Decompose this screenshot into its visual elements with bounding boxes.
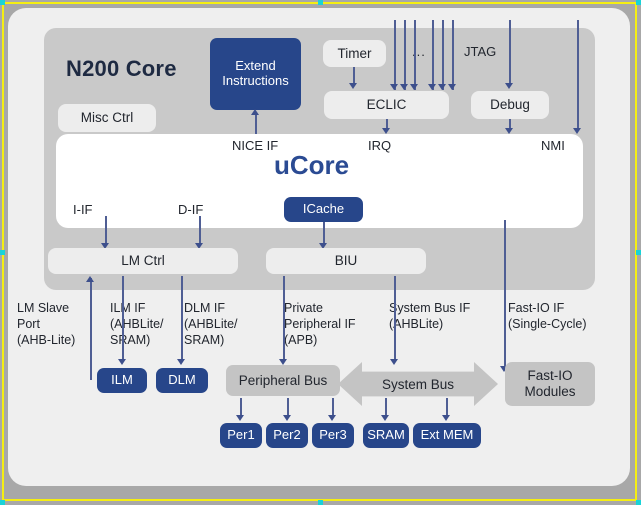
i-if-line (105, 216, 107, 246)
per3-arrow (328, 415, 336, 421)
block-extend-instructions[interactable]: Extend Instructions (210, 38, 301, 110)
block-dlm[interactable]: DLM (156, 368, 208, 393)
block-lm-ctrl[interactable]: LM Ctrl (48, 248, 238, 274)
block-sram[interactable]: SRAM (363, 423, 409, 448)
core-title: N200 Core (66, 56, 177, 81)
irq-arrow-5 (438, 84, 446, 90)
lm-slave-port-line (90, 278, 92, 380)
sram-arrow (381, 415, 389, 421)
ext-mem-arrow (442, 415, 450, 421)
d-if-line (199, 216, 201, 246)
resize-handle-se[interactable] (636, 500, 641, 505)
resize-handle-s[interactable] (318, 500, 323, 505)
irq-arrow-4 (428, 84, 436, 90)
irq-arrow-3 (410, 84, 418, 90)
label-fast-io-if: Fast-IO IF (Single-Cycle) (508, 301, 587, 331)
label-dlm-if: DLM IF (AHBLite/ SRAM) (184, 301, 238, 347)
label-private-peripheral-if: Private Peripheral IF (APB) (284, 301, 356, 347)
timer-to-eclic-line (353, 67, 355, 84)
nmi-line (577, 20, 579, 130)
block-icache[interactable]: ICache (284, 197, 363, 222)
resize-handle-nw[interactable] (0, 0, 5, 5)
lm-slave-port-arrow (86, 276, 94, 282)
label-system-bus-if: System Bus IF (AHBLite) (389, 301, 471, 331)
irq-line-2 (404, 20, 406, 90)
irq-line-1 (394, 20, 396, 90)
per1-arrow (236, 415, 244, 421)
block-biu[interactable]: BIU (266, 248, 426, 274)
dlm-line (181, 276, 183, 362)
block-per3[interactable]: Per3 (312, 423, 354, 448)
resize-handle-w[interactable] (0, 250, 5, 255)
resize-handle-ne[interactable] (636, 0, 641, 5)
nice-if-line (255, 112, 257, 134)
resize-handle-e[interactable] (636, 250, 641, 255)
block-per1[interactable]: Per1 (220, 423, 262, 448)
system-bus-label: System Bus (381, 376, 455, 392)
label-ilm-if: ILM IF (AHBLite/ SRAM) (110, 301, 164, 347)
per2-arrow (283, 415, 291, 421)
ucore-title-text: uCore (273, 150, 350, 180)
resize-handle-sw[interactable] (0, 500, 5, 505)
label-i-if: I-IF (73, 202, 93, 217)
nmi-arrow (573, 128, 581, 134)
irq-line-4 (432, 20, 434, 90)
ucore-title: uCore (0, 150, 641, 181)
system-bus-line (394, 276, 396, 362)
peripheral-bus-line (283, 276, 285, 362)
block-timer[interactable]: Timer (323, 40, 386, 67)
timer-to-eclic-arrow (349, 83, 357, 89)
nice-if-arrow (251, 109, 259, 115)
block-eclic[interactable]: ECLIC (324, 91, 449, 119)
block-debug[interactable]: Debug (471, 91, 549, 119)
block-fast-io-modules[interactable]: Fast-IO Modules (505, 362, 595, 406)
ilm-line (122, 276, 124, 362)
label-lm-slave-port: LM Slave Port (AHB-Lite) (17, 301, 76, 347)
block-ext-mem[interactable]: Ext MEM (413, 423, 481, 448)
irq-arrow-1 (390, 84, 398, 90)
jtag-to-debug-line (509, 20, 511, 84)
resize-handle-n[interactable] (318, 0, 323, 5)
irq-arrow-2 (400, 84, 408, 90)
block-per2[interactable]: Per2 (266, 423, 308, 448)
diagram-canvas: N200 Core Misc Ctrl Extend Instructions … (0, 0, 641, 505)
system-bus-arrow (390, 359, 398, 365)
irq-line-5 (442, 20, 444, 90)
label-jtag: JTAG (464, 44, 497, 59)
irq-line-3 (414, 20, 416, 90)
block-peripheral-bus[interactable]: Peripheral Bus (226, 365, 340, 396)
block-misc-ctrl[interactable]: Misc Ctrl (58, 104, 156, 132)
jtag-to-debug-arrow (505, 83, 513, 89)
irq-arrow-6 (448, 84, 456, 90)
ilm-arrow (118, 359, 126, 365)
block-ilm[interactable]: ILM (97, 368, 147, 393)
fast-io-line (504, 220, 506, 370)
dlm-arrow (177, 359, 185, 365)
irq-line-6 (452, 20, 454, 90)
